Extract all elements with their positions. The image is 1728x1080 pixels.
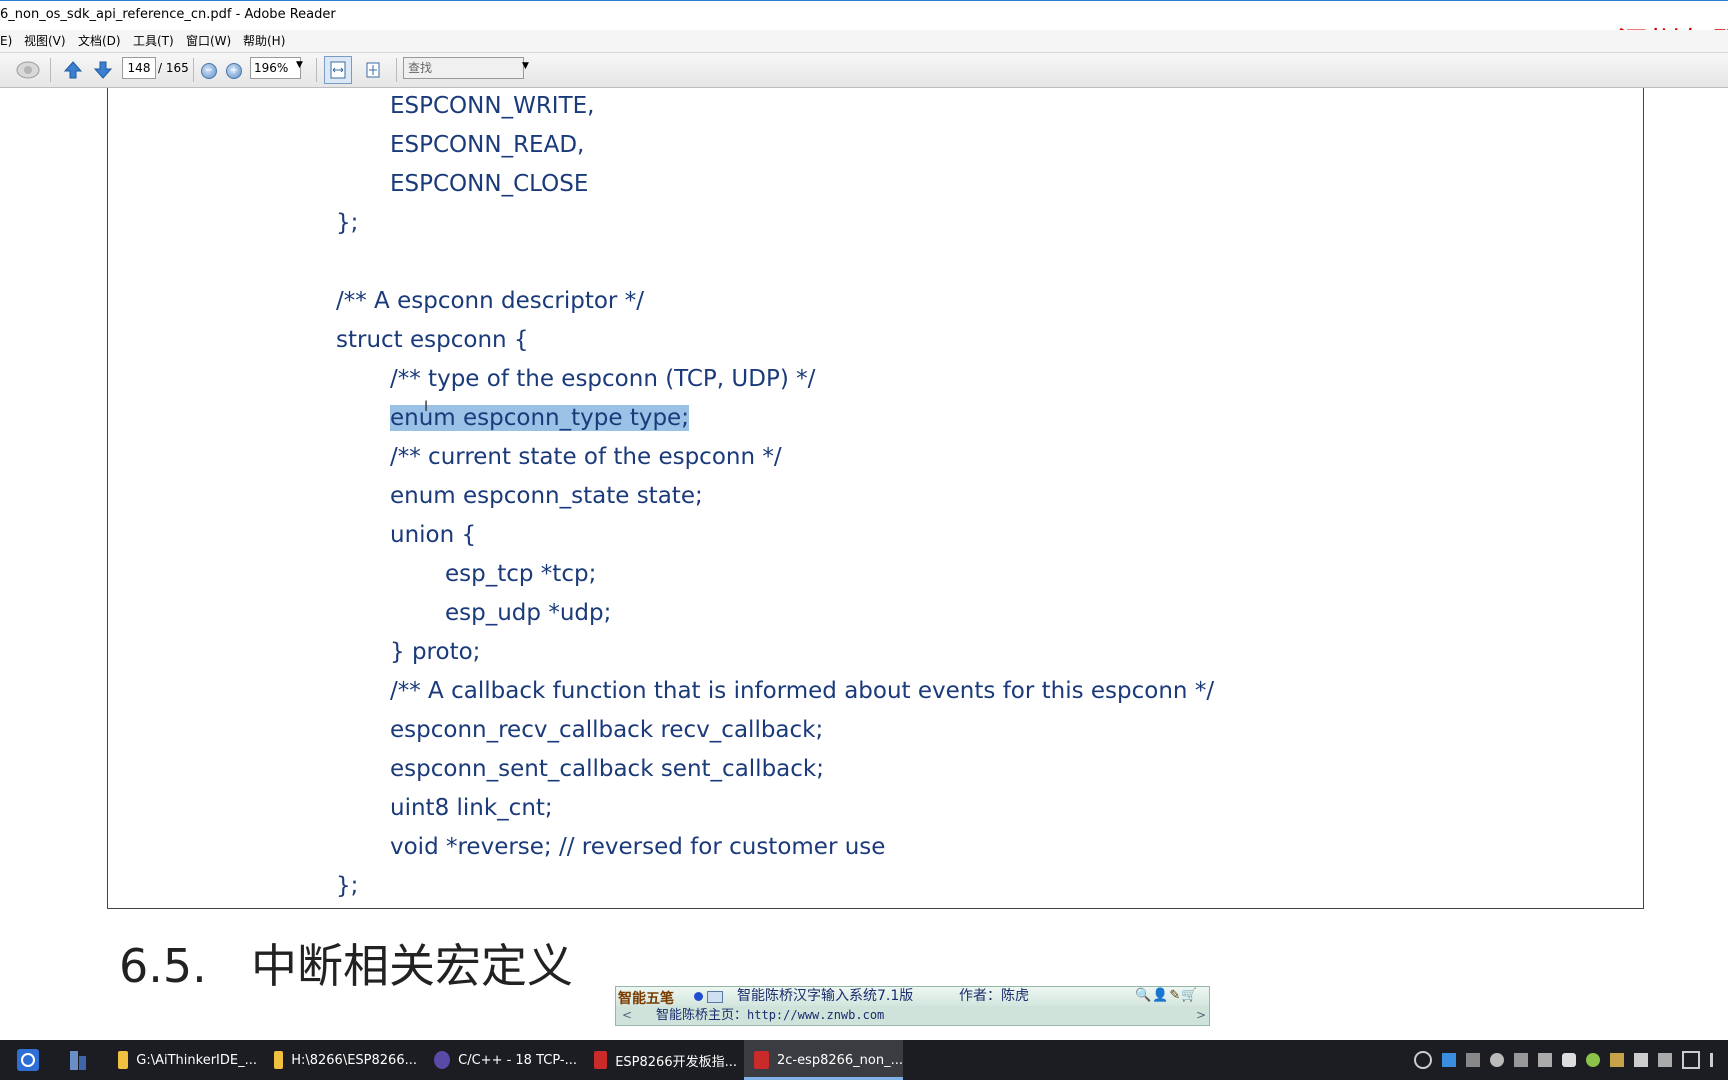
code-line: }; bbox=[336, 873, 359, 899]
section-number: 6.5. bbox=[119, 939, 207, 993]
code-line: espconn_recv_callback recv_callback; bbox=[390, 717, 824, 743]
section-heading: 6.5. 中断相关宏定义 bbox=[119, 930, 573, 996]
menu-view[interactable]: 视图(V) bbox=[24, 30, 66, 52]
code-line: }; bbox=[336, 210, 359, 236]
code-line: /** current state of the espconn */ bbox=[390, 444, 782, 470]
menu-document[interactable]: 文档(D) bbox=[78, 30, 121, 52]
eclipse-icon bbox=[434, 1051, 451, 1069]
ime-name: 智能陈桥汉字输入系统7.1版 bbox=[737, 988, 914, 1004]
code-line: ESPCONN_READ, bbox=[390, 132, 585, 158]
menu-bar: E) 视图(V) 文档(D) 工具(T) 窗口(W) 帮助(H) bbox=[0, 30, 1728, 53]
code-line: } proto; bbox=[390, 639, 481, 665]
display-icon[interactable] bbox=[1658, 1053, 1672, 1067]
ime-logo: 智能五笔 bbox=[618, 991, 674, 1007]
find-dropdown-icon[interactable]: ▼ bbox=[522, 61, 529, 71]
system-tray: 简 bbox=[1414, 1051, 1728, 1069]
code-line-selected: enum espconn_type type; bbox=[390, 405, 689, 431]
app-tray-icon[interactable] bbox=[1562, 1053, 1576, 1067]
ime-status-bar[interactable]: 智能五笔 智能陈桥汉字输入系统7.1版 作者：陈虎 🔍👤✎🛒 < 智能陈桥主页：… bbox=[615, 986, 1210, 1026]
title-bar: 6_non_os_sdk_api_reference_cn.pdf - Adob… bbox=[0, 0, 1728, 30]
windows-store-icon[interactable] bbox=[1442, 1053, 1456, 1067]
battery-icon[interactable] bbox=[1634, 1053, 1648, 1067]
ime-scroll-right-icon[interactable]: > bbox=[1196, 1006, 1206, 1025]
menu-edit[interactable]: E) bbox=[0, 30, 12, 52]
code-line: enum espconn_state state; bbox=[390, 483, 703, 509]
start-app-icon[interactable] bbox=[12, 1040, 44, 1080]
text-cursor-icon: I bbox=[424, 399, 429, 415]
folder-icon bbox=[274, 1051, 284, 1069]
person-icon[interactable] bbox=[1414, 1051, 1432, 1069]
hand-icon[interactable] bbox=[14, 57, 42, 83]
pdf-icon bbox=[594, 1051, 608, 1069]
code-line: ESPCONN_WRITE, bbox=[390, 93, 595, 119]
toolbar-separator bbox=[50, 58, 51, 82]
ime-keyboard-icon[interactable] bbox=[707, 991, 723, 1003]
ime-tools-icons[interactable]: 🔍👤✎🛒 bbox=[1135, 988, 1198, 1003]
document-area[interactable]: ESPCONN_WRITE, ESPCONN_READ, ESPCONN_CLO… bbox=[0, 88, 1728, 1040]
security-icon[interactable] bbox=[1538, 1053, 1552, 1067]
code-line: esp_tcp *tcp; bbox=[445, 561, 597, 587]
code-line: void *reverse; // reversed for customer … bbox=[390, 834, 886, 860]
section-title: 中断相关宏定义 bbox=[251, 939, 573, 993]
ime-author: 作者：陈虎 bbox=[959, 988, 1029, 1004]
previous-page-icon[interactable] bbox=[62, 59, 84, 81]
code-line: espconn_sent_callback sent_callback; bbox=[390, 756, 824, 782]
code-line: /** A espconn descriptor */ bbox=[336, 288, 644, 314]
volume-icon[interactable] bbox=[1710, 1053, 1727, 1067]
tray-app-icon[interactable] bbox=[1610, 1053, 1624, 1067]
taskbar-item-label: H:\8266\ESP8266... bbox=[291, 1052, 417, 1068]
folder-icon bbox=[118, 1051, 129, 1069]
next-page-icon[interactable] bbox=[92, 59, 114, 81]
code-line: union { bbox=[390, 522, 477, 548]
code-line: ESPCONN_CLOSE bbox=[390, 171, 589, 197]
wifi-icon[interactable] bbox=[1682, 1051, 1700, 1069]
toolbar-separator bbox=[396, 58, 397, 82]
ime-homepage: 智能陈桥主页：http://www.znwb.com bbox=[656, 1008, 885, 1023]
page-number-input[interactable]: 148 bbox=[122, 57, 156, 79]
cloud-icon[interactable] bbox=[1490, 1053, 1504, 1067]
toolbar-separator bbox=[193, 58, 194, 82]
zoom-out-icon[interactable]: − bbox=[201, 63, 217, 79]
page-count: / 165 bbox=[158, 61, 189, 75]
menu-help[interactable]: 帮助(H) bbox=[243, 30, 285, 52]
fit-width-icon[interactable] bbox=[324, 56, 352, 84]
ime-mode-dot-icon[interactable] bbox=[694, 992, 703, 1001]
ime-scroll-left-icon[interactable]: < bbox=[622, 1006, 632, 1025]
window-title: 6_non_os_sdk_api_reference_cn.pdf - Adob… bbox=[0, 7, 336, 22]
taskbar-item-pdf-1[interactable]: ESP8266开发板指... bbox=[590, 1040, 737, 1080]
menu-window[interactable]: 窗口(W) bbox=[186, 30, 231, 52]
network-icon[interactable] bbox=[1466, 1053, 1480, 1067]
fit-page-icon[interactable] bbox=[359, 56, 387, 84]
pdf-icon bbox=[754, 1051, 769, 1069]
building-app-icon[interactable] bbox=[62, 1040, 94, 1080]
taskbar-item-label: C/C++ - 18 TCP-... bbox=[458, 1052, 577, 1068]
code-line: uint8 link_cnt; bbox=[390, 795, 553, 821]
taskbar-item-label: 2c-esp8266_non_... bbox=[776, 1052, 903, 1068]
taskbar-item-explorer-1[interactable]: G:\AiThinkerIDE_... bbox=[110, 1040, 257, 1080]
code-line: esp_udp *udp; bbox=[445, 600, 612, 626]
code-line: /** type of the espconn (TCP, UDP) */ bbox=[390, 366, 816, 392]
find-input[interactable]: 查找 bbox=[403, 57, 524, 79]
taskbar-item-label: ESP8266开发板指... bbox=[615, 1054, 737, 1070]
taskbar-item-pdf-active[interactable]: 2c-esp8266_non_... bbox=[744, 1040, 903, 1080]
toolbar-separator bbox=[316, 58, 317, 82]
device-icon[interactable] bbox=[1514, 1053, 1528, 1067]
zoom-level-input[interactable]: 196% bbox=[250, 57, 301, 79]
taskbar-item-label: G:\AiThinkerIDE_... bbox=[136, 1052, 257, 1068]
menu-tools[interactable]: 工具(T) bbox=[133, 30, 174, 52]
taskbar-item-explorer-2[interactable]: H:\8266\ESP8266... bbox=[270, 1040, 417, 1080]
code-line: struct espconn { bbox=[336, 327, 529, 353]
code-line: /** A callback function that is informed… bbox=[390, 678, 1215, 704]
text-selection: enum espconn_type type bbox=[390, 405, 682, 431]
zoom-dropdown-icon[interactable]: ▼ bbox=[296, 60, 303, 70]
green-status-icon[interactable] bbox=[1586, 1053, 1600, 1067]
zoom-in-icon[interactable]: + bbox=[226, 63, 242, 79]
taskbar-item-eclipse[interactable]: C/C++ - 18 TCP-... bbox=[430, 1040, 577, 1080]
